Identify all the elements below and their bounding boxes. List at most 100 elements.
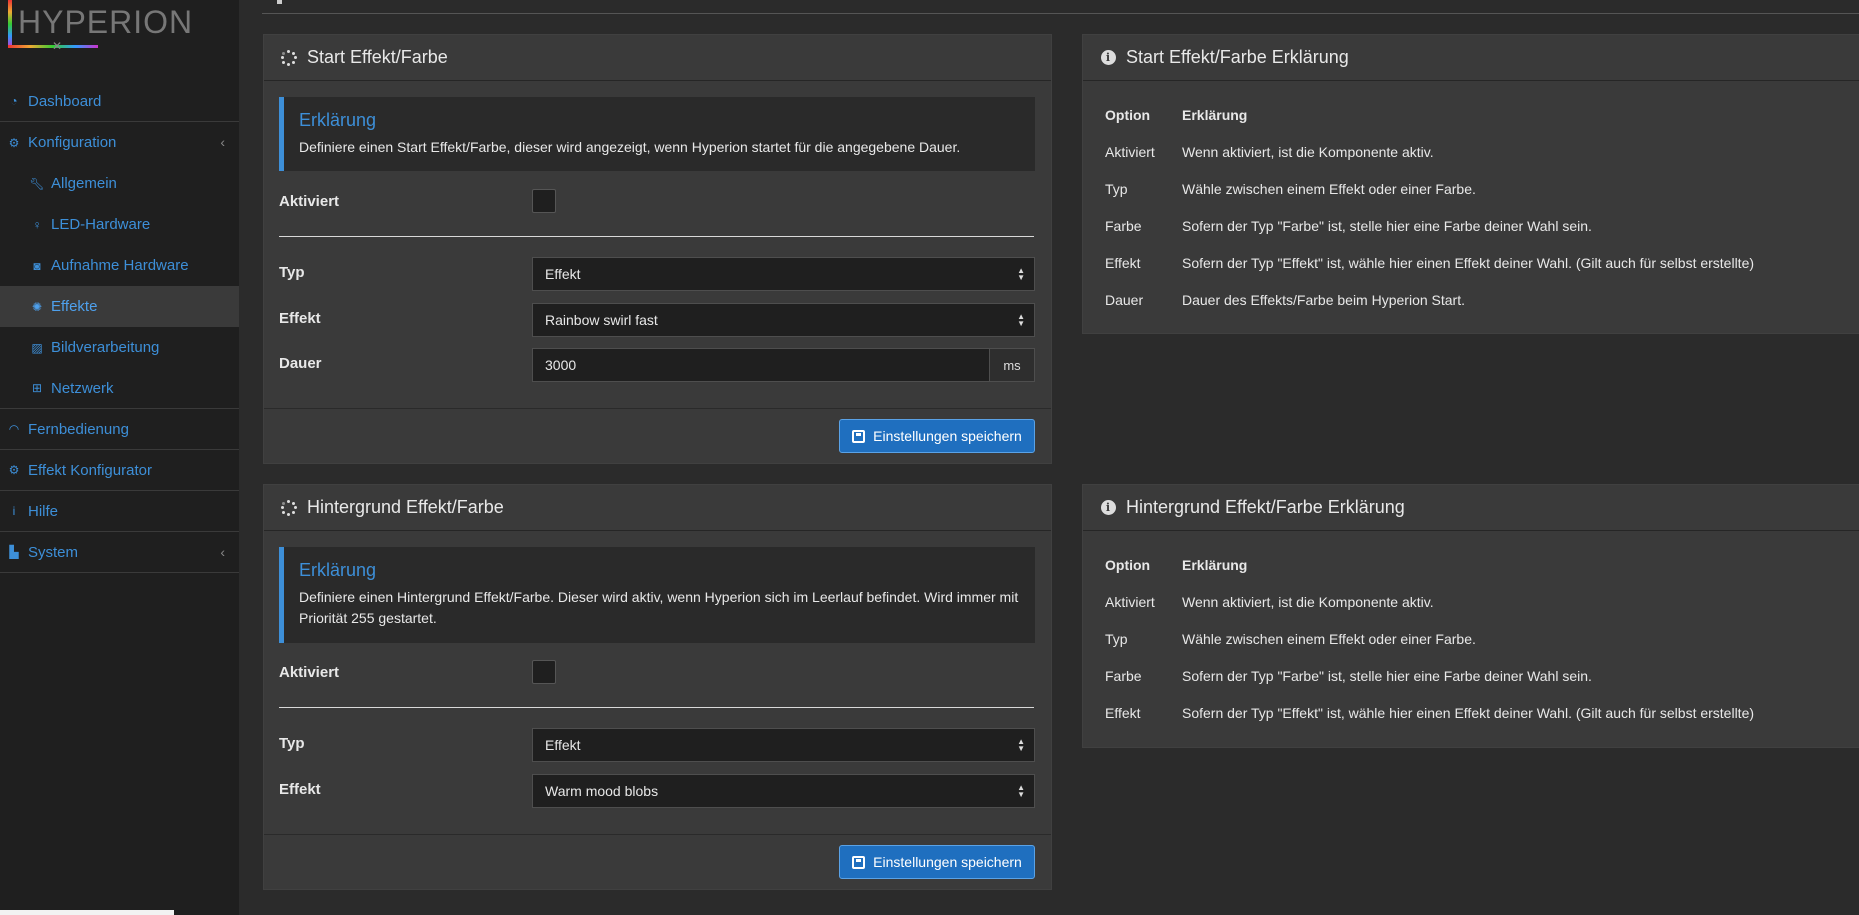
panel-footer-divider: [264, 408, 1051, 409]
sidebar-nav: ◔ Dashboard ⚙ Konfiguration ‹ 🔧︎ Allgeme…: [0, 81, 239, 573]
panel-heading: i Hintergrund Effekt/Farbe Erklärung: [1083, 485, 1859, 531]
start-effect-panel: Start Effekt/Farbe Erklärung Definiere e…: [263, 34, 1052, 464]
dauer-unit-addon: ms: [989, 348, 1035, 382]
callout-text: Definiere einen Hintergrund Effekt/Farbe…: [299, 589, 1019, 626]
select-arrows-icon: ▲ ▼: [1017, 312, 1025, 328]
callout-title: Erklärung: [299, 110, 377, 130]
select-arrows-icon: ▲ ▼: [1017, 266, 1025, 282]
panel-title: Start Effekt/Farbe Erklärung: [1126, 47, 1349, 67]
camera-icon: ◙: [33, 258, 41, 273]
row-option: Farbe: [1105, 218, 1142, 234]
sidebar-item-hilfe[interactable]: i Hilfe: [0, 491, 239, 532]
aktiviert-checkbox[interactable]: [532, 660, 556, 684]
logo-color-bar: [8, 0, 12, 48]
spinner-icon: ✺: [31, 299, 43, 314]
typ-label: Typ: [279, 735, 305, 752]
sidebar-item-netzwerk[interactable]: ⊞ Netzwerk: [0, 368, 239, 409]
spinner-icon: [281, 49, 297, 66]
sidebar-item-konfiguration[interactable]: ⚙ Konfiguration ‹: [0, 122, 239, 163]
sidebar-item-label: Netzwerk: [51, 379, 114, 397]
explanation-callout: Erklärung Definiere einen Hintergrund Ef…: [279, 547, 1035, 643]
save-button[interactable]: Einstellungen speichern: [839, 845, 1035, 879]
row-text: Sofern der Typ "Farbe" ist, stelle hier …: [1182, 668, 1592, 684]
header-option: Option: [1105, 107, 1151, 123]
row-text: Wähle zwischen einem Effekt oder einer F…: [1182, 181, 1476, 197]
sidebar-item-label: Effekt Konfigurator: [28, 461, 152, 479]
chart-icon: ▙: [9, 545, 19, 559]
save-button[interactable]: Einstellungen speichern: [839, 419, 1035, 453]
wrench-icon: 🔧︎: [29, 176, 45, 191]
sidebar-item-aufnahme-hardware[interactable]: ◙ Aufnahme Hardware: [0, 245, 239, 286]
row-option: Effekt: [1105, 255, 1141, 271]
save-button-label: Einstellungen speichern: [873, 854, 1022, 870]
dauer-input[interactable]: 3000: [532, 348, 990, 382]
sidebar-item-system[interactable]: ▙ System ‹: [0, 532, 239, 573]
info-circle-icon: i: [1100, 500, 1116, 516]
dauer-input-value: 3000: [545, 357, 577, 373]
typ-label: Typ: [279, 264, 305, 281]
effekt-select-value: Warm mood blobs: [545, 783, 659, 799]
effekt-label: Effekt: [279, 781, 321, 798]
sidebar-item-fernbedienung[interactable]: ◠ Fernbedienung: [0, 409, 239, 450]
sidebar-item-label: Fernbedienung: [28, 420, 129, 438]
row-text: Sofern der Typ "Effekt" ist, wähle hier …: [1182, 255, 1755, 271]
typ-select[interactable]: Effekt ▲ ▼: [532, 257, 1035, 291]
typ-select-value: Effekt: [545, 266, 581, 282]
header-explanation: Erklärung: [1182, 107, 1248, 123]
section-divider: [279, 707, 1034, 708]
callout-title: Erklärung: [299, 560, 377, 580]
chevron-left-icon: ‹: [220, 134, 225, 150]
hyperion-logo[interactable]: HYPERION ✕: [8, 0, 192, 53]
sidebar-item-label: Effekte: [51, 298, 98, 315]
logo-mark-icon: ✕: [52, 39, 63, 53]
row-text: Wenn aktiviert, ist die Komponente aktiv…: [1182, 144, 1434, 160]
save-icon: [852, 855, 866, 869]
row-option: Farbe: [1105, 668, 1142, 684]
save-icon: [852, 429, 866, 443]
wifi-icon: ◠: [8, 422, 20, 436]
bottom-strip: [0, 910, 174, 915]
save-button-label: Einstellungen speichern: [873, 428, 1022, 444]
info-circle-icon: i: [1100, 50, 1116, 66]
sidebar-item-label: System: [28, 543, 79, 561]
image-icon: ▨: [31, 340, 43, 355]
lightbulb-icon: ♀: [32, 217, 42, 232]
row-option: Aktiviert: [1105, 144, 1155, 160]
gear-icon: ⚙: [8, 135, 20, 150]
sidebar-item-label: Allgemein: [51, 175, 117, 192]
explanation-callout: Erklärung Definiere einen Start Effekt/F…: [279, 97, 1035, 171]
effekt-select[interactable]: Warm mood blobs ▲ ▼: [532, 774, 1035, 808]
gears-icon: ⚙: [8, 463, 20, 477]
row-option: Aktiviert: [1105, 594, 1155, 610]
sidebar: HYPERION ✕ ◔ Dashboard ⚙ Konfiguration ‹…: [0, 0, 239, 915]
typ-select-value: Effekt: [545, 737, 581, 753]
sidebar-item-bildverarbeitung[interactable]: ▨ Bildverarbeitung: [0, 327, 239, 368]
typ-select[interactable]: Effekt ▲ ▼: [532, 728, 1035, 762]
logo-text: HYPERION: [18, 4, 194, 40]
sidebar-item-dashboard[interactable]: ◔ Dashboard: [0, 81, 239, 122]
sidebar-item-effekt-konfigurator[interactable]: ⚙ Effekt Konfigurator: [0, 450, 239, 491]
panel-heading: Hintergrund Effekt/Farbe: [264, 485, 1051, 531]
sidebar-item-allgemein[interactable]: 🔧︎ Allgemein: [0, 163, 239, 204]
dashboard-icon: ◔: [10, 94, 18, 108]
row-text: Sofern der Typ "Effekt" ist, wähle hier …: [1182, 705, 1755, 721]
header-divider: [262, 13, 1859, 14]
dauer-label: Dauer: [279, 355, 322, 372]
row-option: Effekt: [1105, 705, 1141, 721]
panel-title: Hintergrund Effekt/Farbe: [307, 497, 504, 517]
header-explanation: Erklärung: [1182, 557, 1248, 573]
sidebar-item-effekte[interactable]: ✺ Effekte: [0, 286, 239, 327]
background-explanation-panel: i Hintergrund Effekt/Farbe Erklärung Opt…: [1082, 484, 1859, 748]
effekt-select[interactable]: Rainbow swirl fast ▲ ▼: [532, 303, 1035, 337]
row-option: Typ: [1105, 181, 1128, 197]
effekt-select-value: Rainbow swirl fast: [545, 312, 658, 328]
panel-heading: i Start Effekt/Farbe Erklärung: [1083, 35, 1859, 81]
panel-footer-divider: [264, 834, 1051, 835]
aktiviert-checkbox[interactable]: [532, 189, 556, 213]
row-text: Wähle zwischen einem Effekt oder einer F…: [1182, 631, 1476, 647]
info-icon: i: [12, 504, 16, 518]
sidebar-item-led-hardware[interactable]: ♀ LED-Hardware: [0, 204, 239, 245]
sidebar-item-label: Bildverarbeitung: [51, 339, 160, 356]
start-explanation-panel: i Start Effekt/Farbe Erklärung Option Er…: [1082, 34, 1859, 334]
spinner-icon: [281, 499, 297, 516]
